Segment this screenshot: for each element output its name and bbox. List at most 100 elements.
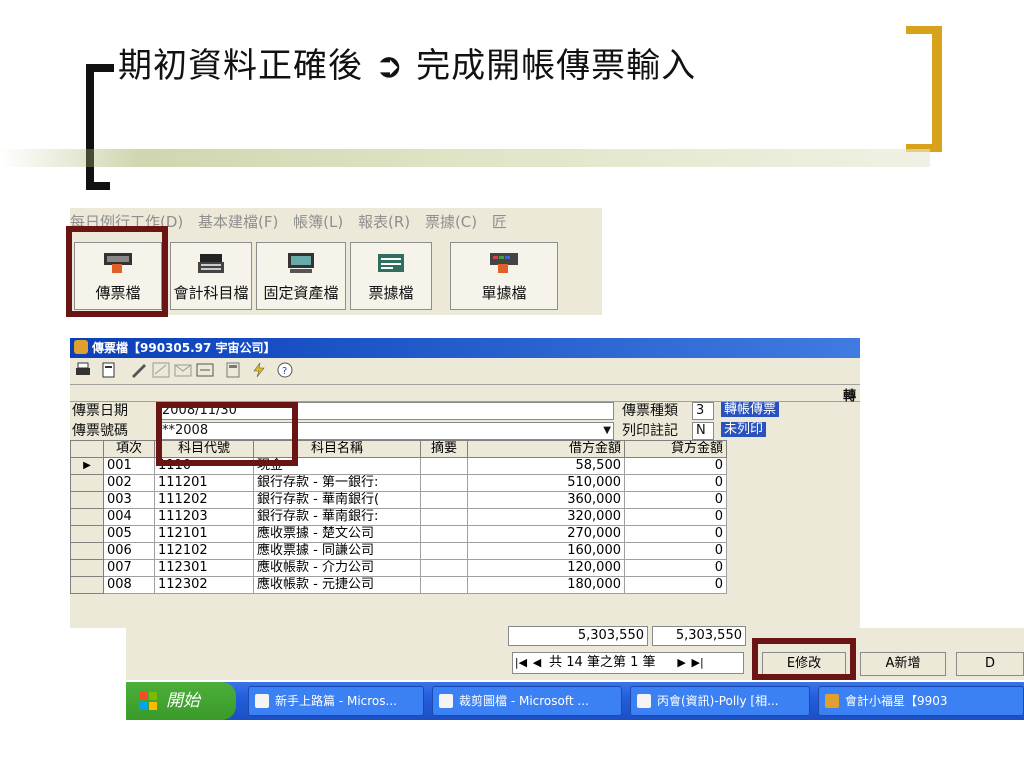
menu-item-report[interactable]: 報表(R) — [358, 213, 410, 231]
cell-debit[interactable]: 160,000 — [467, 542, 625, 560]
cell-credit[interactable]: 0 — [624, 474, 727, 492]
next-record-icon[interactable]: ▶ — [674, 653, 690, 673]
print-value: 未列印 — [718, 422, 860, 440]
preview-icon[interactable] — [100, 362, 118, 378]
taskbar-item-word-2[interactable]: 裁剪圖檔 - Microsoft ... — [432, 686, 622, 716]
cell-code[interactable]: 112302 — [154, 576, 254, 594]
cell-name[interactable]: 銀行存款 - 第一銀行: — [253, 474, 421, 492]
menu-item-more[interactable]: 匠 — [492, 213, 507, 231]
type-code[interactable]: 3 — [692, 402, 714, 420]
notes-button-label: 票據檔 — [368, 284, 414, 302]
help-icon[interactable]: ? — [276, 362, 294, 378]
print-code[interactable]: N — [692, 422, 714, 440]
cell-code[interactable]: 111202 — [154, 491, 254, 509]
cell-debit[interactable]: 120,000 — [467, 559, 625, 577]
cell-memo[interactable] — [420, 457, 468, 475]
row-header — [70, 508, 104, 526]
cell-memo[interactable] — [420, 491, 468, 509]
row-header — [70, 474, 104, 492]
print-icon[interactable] — [74, 362, 92, 378]
first-record-icon[interactable]: |◀ — [513, 653, 529, 673]
taskbar-item-accounting[interactable]: 會計小福星【9903 — [818, 686, 1024, 716]
cell-debit[interactable]: 58,500 — [467, 457, 625, 475]
last-record-icon[interactable]: ▶| — [690, 653, 706, 673]
table-row[interactable]: 008 112302 應收帳款 - 元捷公司 180,000 0 — [70, 576, 727, 594]
start-button[interactable]: 開始 — [126, 682, 236, 720]
cell-item[interactable]: 005 — [103, 525, 155, 543]
col-debit[interactable]: 借方金額 — [467, 440, 625, 458]
fixed-asset-button[interactable]: 固定資產檔 — [256, 242, 346, 310]
cell-credit[interactable]: 0 — [624, 491, 727, 509]
send-icon[interactable] — [196, 362, 214, 378]
cell-name[interactable]: 應收帳款 - 元捷公司 — [253, 576, 421, 594]
cell-memo[interactable] — [420, 525, 468, 543]
cell-credit[interactable]: 0 — [624, 457, 727, 475]
table-row[interactable]: 006 112102 應收票據 - 同謙公司 160,000 0 — [70, 542, 727, 560]
col-item[interactable]: 項次 — [103, 440, 155, 458]
col-credit[interactable]: 貸方金額 — [624, 440, 727, 458]
cell-code[interactable]: 112102 — [154, 542, 254, 560]
cell-credit[interactable]: 0 — [624, 508, 727, 526]
cell-code[interactable]: 111203 — [154, 508, 254, 526]
cell-debit[interactable]: 320,000 — [467, 508, 625, 526]
menu-item-notes[interactable]: 票據(C) — [425, 213, 477, 231]
document-button[interactable]: 單據檔 — [450, 242, 558, 310]
add-button[interactable]: A新增 — [860, 652, 946, 676]
cell-debit[interactable]: 360,000 — [467, 491, 625, 509]
table-row[interactable]: 007 112301 應收帳款 - 介力公司 120,000 0 — [70, 559, 727, 577]
col-memo[interactable]: 摘要 — [420, 440, 468, 458]
cell-item[interactable]: 007 — [103, 559, 155, 577]
bracket-left-bottom — [86, 182, 110, 190]
account-subject-button[interactable]: 會計科目檔 — [170, 242, 252, 310]
cell-code[interactable]: 112301 — [154, 559, 254, 577]
svg-text:?: ? — [282, 366, 287, 377]
cell-item[interactable]: 004 — [103, 508, 155, 526]
register-icon — [198, 254, 224, 273]
draw-icon[interactable] — [152, 362, 170, 378]
cell-code[interactable]: 111201 — [154, 474, 254, 492]
menu-item-basic[interactable]: 基本建檔(F) — [198, 213, 278, 231]
cell-credit[interactable]: 0 — [624, 576, 727, 594]
cell-name[interactable]: 銀行存款 - 華南銀行( — [253, 491, 421, 509]
mail-icon[interactable] — [174, 362, 192, 378]
calculator-icon[interactable] — [224, 362, 242, 378]
table-row[interactable]: 003 111202 銀行存款 - 華南銀行( 360,000 0 — [70, 491, 727, 509]
cell-name[interactable]: 應收帳款 - 介力公司 — [253, 559, 421, 577]
cell-item[interactable]: 002 — [103, 474, 155, 492]
cell-debit[interactable]: 180,000 — [467, 576, 625, 594]
monitor-icon — [288, 253, 314, 273]
lightning-icon[interactable] — [250, 362, 268, 378]
cell-credit[interactable]: 0 — [624, 542, 727, 560]
cell-memo[interactable] — [420, 542, 468, 560]
voucher-button-highlight — [66, 226, 168, 317]
cell-code[interactable]: 112101 — [154, 525, 254, 543]
cell-name[interactable]: 應收票據 - 同謙公司 — [253, 542, 421, 560]
chevron-down-icon[interactable]: ▼ — [603, 423, 611, 439]
cell-name[interactable]: 應收票據 - 楚文公司 — [253, 525, 421, 543]
cell-item[interactable]: 008 — [103, 576, 155, 594]
taskbar-item-word-1[interactable]: 新手上路篇 - Micros... — [248, 686, 424, 716]
taskbar-item-word-3[interactable]: 丙會(資訊)-Polly [相... — [630, 686, 810, 716]
cell-memo[interactable] — [420, 474, 468, 492]
delete-button[interactable]: D — [956, 652, 1024, 676]
keyboard-hand-icon — [490, 253, 518, 273]
cell-name[interactable]: 銀行存款 - 華南銀行: — [253, 508, 421, 526]
prev-record-icon[interactable]: ◀ — [529, 653, 545, 673]
cell-credit[interactable]: 0 — [624, 525, 727, 543]
table-row[interactable]: 004 111203 銀行存款 - 華南銀行: 320,000 0 — [70, 508, 727, 526]
cell-item[interactable]: 001 — [103, 457, 155, 475]
cell-memo[interactable] — [420, 508, 468, 526]
table-row[interactable]: 002 111201 銀行存款 - 第一銀行: 510,000 0 — [70, 474, 727, 492]
table-row[interactable]: 005 112101 應收票據 - 楚文公司 270,000 0 — [70, 525, 727, 543]
cell-debit[interactable]: 510,000 — [467, 474, 625, 492]
cell-memo[interactable] — [420, 576, 468, 594]
menu-item-ledger[interactable]: 帳簿(L) — [293, 213, 343, 231]
cell-item[interactable]: 003 — [103, 491, 155, 509]
cell-item[interactable]: 006 — [103, 542, 155, 560]
cell-credit[interactable]: 0 — [624, 559, 727, 577]
edit-pen-icon[interactable] — [130, 362, 148, 378]
cell-debit[interactable]: 270,000 — [467, 525, 625, 543]
row-header — [70, 491, 104, 509]
cell-memo[interactable] — [420, 559, 468, 577]
notes-button[interactable]: 票據檔 — [350, 242, 432, 310]
